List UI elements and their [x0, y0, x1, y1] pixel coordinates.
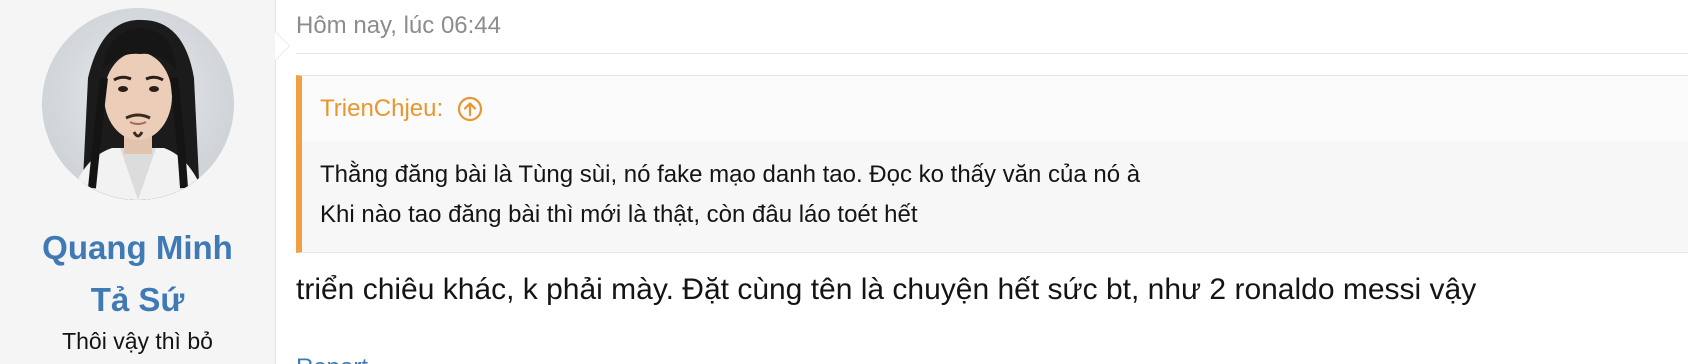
quote-line: Khi nào tao đăng bài thì mới là thật, cò…	[320, 201, 918, 228]
quote-line: Thằng đăng bài là Tùng sùi, nó fake mạo …	[320, 161, 1141, 188]
message-attribution: Hôm nay, lúc 06:44	[296, 0, 1688, 54]
username[interactable]: Quang Minh Tả Sứ	[18, 222, 258, 326]
message-post: Quang Minh Tả Sứ Thôi vậy thì bỏ Hôm nay…	[0, 0, 1688, 364]
username-line-2[interactable]: Tả Sứ	[18, 274, 258, 326]
quote-header: TrienChjeu:	[302, 76, 1688, 141]
avatar[interactable]	[41, 8, 234, 200]
post-date[interactable]: Hôm nay, lúc 06:44	[296, 12, 501, 40]
user-title: Thôi vậy thì bỏ	[62, 328, 213, 354]
quote-block: TrienChjeu: Thằng đăng bài là Tùng sùi, …	[296, 75, 1688, 253]
quote-content: Thằng đăng bài là Tùng sùi, nó fake mạo …	[302, 141, 1688, 235]
arrow-up-circle-icon[interactable]	[457, 96, 483, 122]
message-main: Hôm nay, lúc 06:44 TrienChjeu: Thằng đăn…	[276, 0, 1688, 364]
avatar-image	[69, 19, 206, 200]
user-info-panel: Quang Minh Tả Sứ Thôi vậy thì bỏ	[0, 0, 290, 364]
report-link[interactable]: Report	[296, 354, 368, 364]
quote-author[interactable]: TrienChjeu:	[320, 95, 443, 123]
username-line-1[interactable]: Quang Minh	[18, 222, 258, 274]
message-body: triển chiêu khác, k phải mày. Đặt cùng t…	[296, 273, 1477, 306]
